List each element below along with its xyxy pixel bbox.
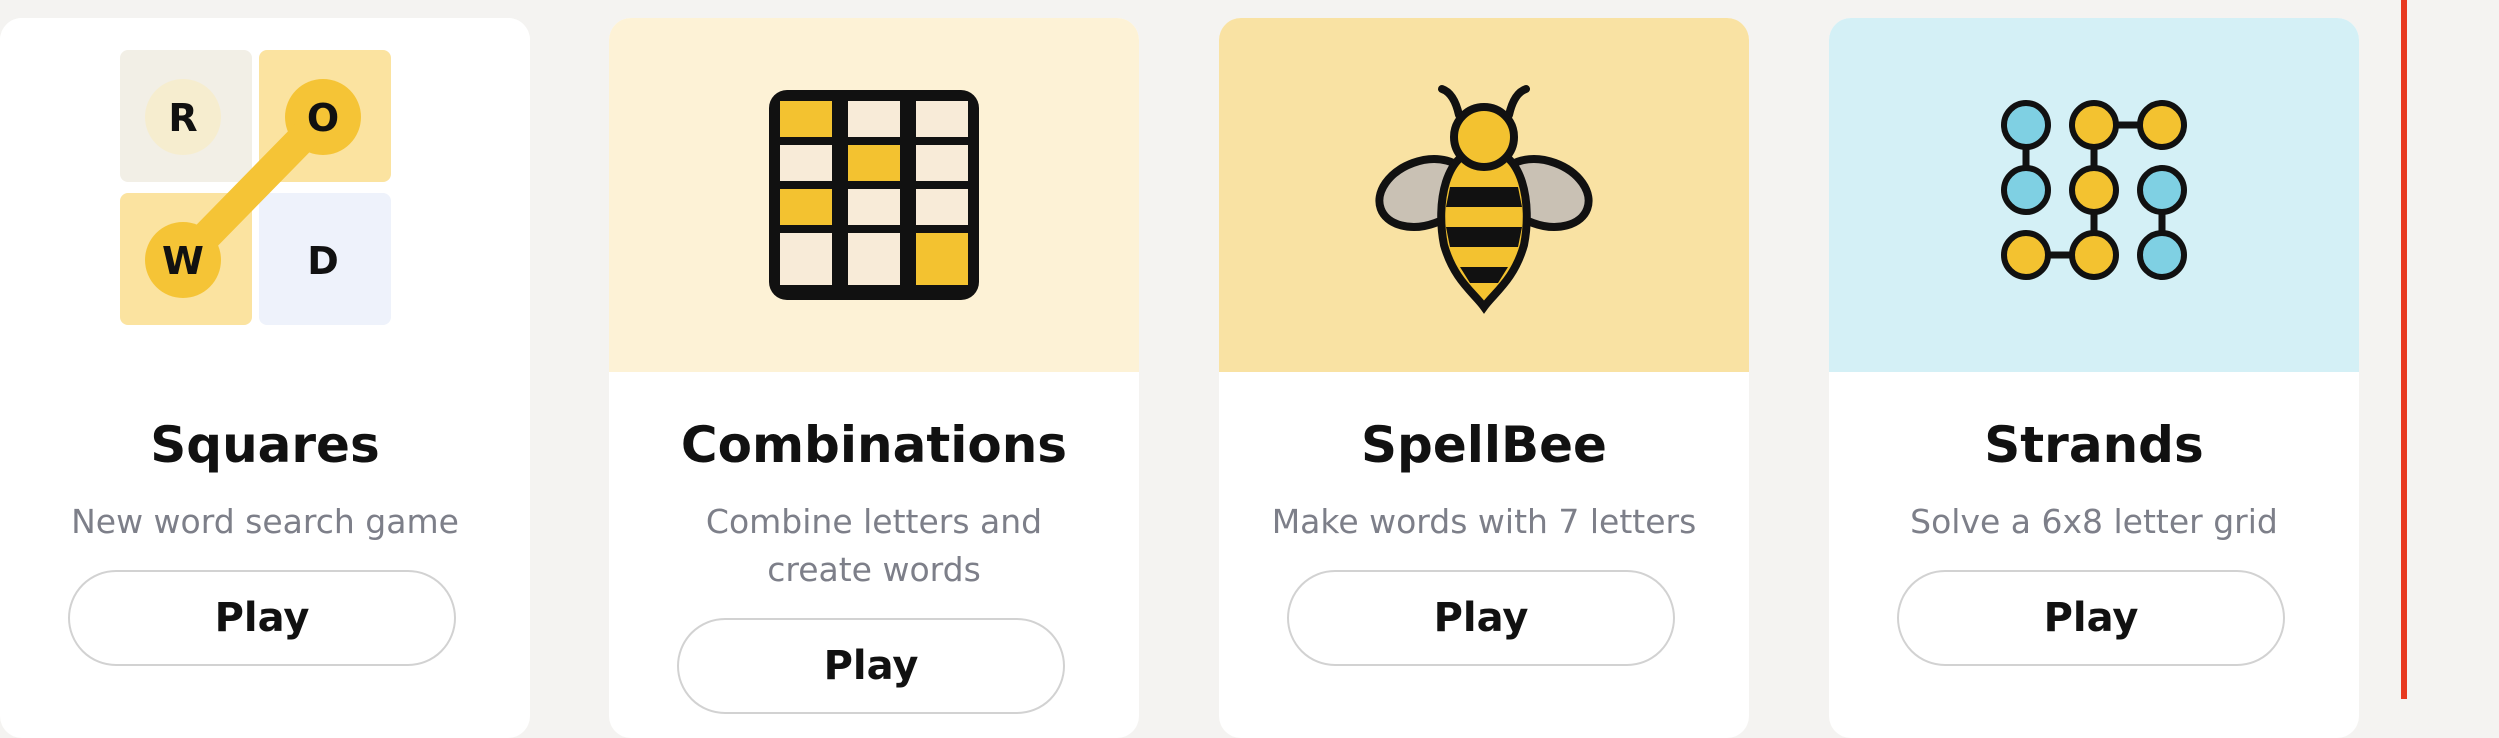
card-title: Strands	[1984, 416, 2204, 474]
game-card-strands: Strands Solve a 6x8 letter grid Play	[1829, 18, 2359, 738]
card-title: Combinations	[680, 416, 1068, 474]
game-card-squares: R O W D Squares New word search game Pla…	[0, 18, 530, 738]
red-divider	[2401, 0, 2407, 699]
combinations-art	[609, 18, 1139, 372]
play-button-strands[interactable]: Play	[1897, 570, 2285, 666]
squares-icon: R O W D	[120, 50, 391, 325]
tile-letter-d: D	[307, 239, 339, 283]
spellbee-art	[1219, 18, 1749, 372]
card-description: New word search game	[71, 502, 459, 541]
game-card-spellbee: SpellBee Make words with 7 letters Play	[1219, 18, 1749, 738]
tile-letter-w: W	[162, 239, 204, 283]
card-description: Combine letters and create words	[705, 502, 1043, 589]
tile-letter-r: R	[168, 96, 197, 140]
strands-art	[1829, 18, 2359, 372]
card-description: Make words with 7 letters	[1271, 502, 1697, 541]
bee-icon	[1375, 85, 1593, 314]
game-card-combinations: Combinations Combine letters and create …	[609, 18, 1139, 738]
squares-art: R O W D	[0, 18, 530, 372]
card-description: Solve a 6x8 letter grid	[1910, 502, 2278, 541]
tile-letter-o: O	[307, 96, 339, 140]
play-button-spellbee[interactable]: Play	[1287, 570, 1675, 666]
strands-icon	[2001, 100, 2187, 280]
play-button-combinations[interactable]: Play	[677, 618, 1065, 714]
letter-grid-icon	[769, 90, 979, 300]
card-title: Squares	[150, 416, 380, 474]
play-button-squares[interactable]: Play	[68, 570, 456, 666]
card-title: SpellBee	[1361, 416, 1607, 474]
